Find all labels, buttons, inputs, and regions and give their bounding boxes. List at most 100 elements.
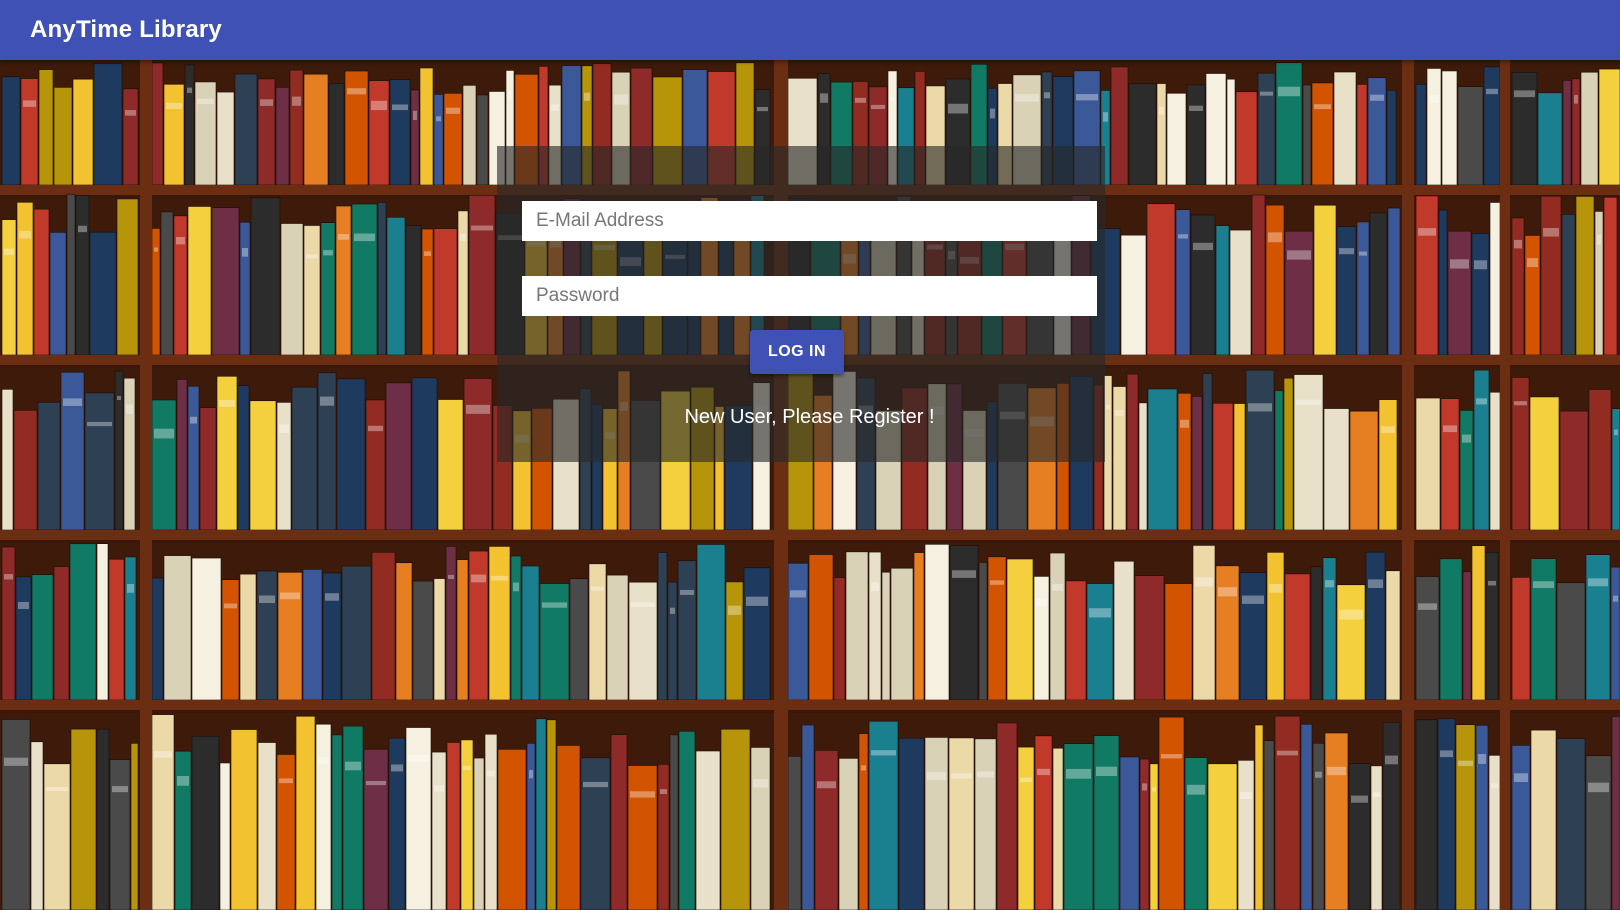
book-spine (1489, 391, 1501, 531)
spine-label (176, 237, 185, 245)
register-link[interactable]: New User, Please Register ! (497, 406, 1122, 429)
book-spine (419, 67, 434, 186)
book-spine (295, 715, 316, 910)
book-spine (30, 741, 44, 910)
shelf-divider (1402, 60, 1414, 910)
book-spine (1415, 397, 1441, 531)
spine-label (1478, 754, 1486, 764)
book-spine (1562, 80, 1572, 186)
book-spine (1610, 566, 1620, 701)
spine-label (680, 589, 694, 595)
book-spine (1202, 373, 1213, 531)
spine-label (371, 100, 387, 111)
login-button[interactable]: LOG IN (750, 330, 844, 374)
book-spine (1239, 572, 1267, 701)
book-spine (1164, 583, 1193, 701)
book-spine (1356, 84, 1368, 186)
book-spine (1447, 230, 1472, 356)
book-spine (1387, 207, 1401, 356)
spine-label (4, 757, 28, 766)
book-spine (16, 201, 34, 356)
spine-label (855, 97, 866, 103)
spine-label (746, 596, 768, 606)
book-spine (996, 722, 1018, 910)
book-spine (1556, 738, 1586, 910)
spine-label (354, 233, 375, 242)
book-spine (191, 557, 222, 701)
book-spine (473, 757, 485, 910)
book-spine (1138, 402, 1148, 531)
book-spine (1561, 214, 1576, 356)
book-spine (725, 581, 744, 701)
spine-label (952, 570, 976, 578)
spine-label (1020, 777, 1032, 783)
book-spine (669, 734, 679, 910)
spine-label (323, 250, 333, 256)
spine-label (197, 98, 214, 105)
book-spine (291, 386, 318, 531)
book-spine (199, 407, 217, 531)
book-spine (389, 79, 411, 186)
spine-label (413, 110, 417, 121)
book-spine (176, 379, 188, 531)
book-spine (1126, 373, 1139, 531)
book-spine (1266, 552, 1285, 701)
book-spine (187, 385, 200, 531)
book-spine (1323, 408, 1350, 531)
book-spine (924, 544, 950, 701)
book-spine (949, 545, 979, 701)
book-spine (174, 750, 192, 910)
spine-label (1543, 227, 1559, 237)
spine-label (487, 770, 495, 777)
spine-label (471, 574, 486, 583)
book-spine (1511, 377, 1530, 531)
book-spine (1415, 719, 1438, 910)
spine-label (279, 424, 289, 434)
book-spine (801, 724, 815, 910)
spine-label (23, 100, 36, 107)
book-spine (13, 409, 38, 531)
book-spine (1177, 392, 1192, 531)
spine-label (1052, 583, 1063, 591)
book-spine (1284, 573, 1311, 701)
book-spine (1475, 725, 1489, 910)
book-spine (974, 738, 997, 910)
book-spine (191, 735, 220, 910)
book-spine (1192, 545, 1216, 701)
book-spine (462, 85, 477, 186)
book-spine (677, 560, 697, 701)
book-spine (322, 572, 342, 701)
book-spine (1537, 92, 1563, 186)
book-spine (1086, 583, 1114, 701)
book-spine (787, 755, 802, 910)
spine-label (820, 93, 828, 103)
spine-label (1339, 248, 1354, 255)
book-spine (1386, 90, 1397, 186)
password-field[interactable] (522, 276, 1097, 316)
spine-label (1278, 86, 1300, 97)
email-field[interactable] (522, 201, 1097, 241)
book-spine (365, 399, 386, 531)
spine-label (1152, 787, 1156, 792)
spine-label (1588, 578, 1608, 587)
spine-label (424, 251, 431, 256)
book-spine (678, 730, 696, 910)
spine-label (1240, 791, 1252, 800)
spine-label (817, 781, 836, 789)
spine-label (1370, 94, 1384, 101)
book-spine (433, 578, 446, 701)
book-spine (1441, 70, 1458, 186)
spine-label (1418, 603, 1437, 610)
book-spine (1438, 209, 1448, 356)
book-spine (463, 378, 493, 531)
book-spine (1311, 82, 1334, 186)
spine-label (990, 108, 995, 119)
spine-label (871, 104, 885, 110)
book-spine (303, 73, 329, 186)
spine-label (391, 764, 403, 772)
spine-label (112, 786, 128, 793)
shelf-divider (1500, 60, 1510, 910)
book-spine (89, 231, 117, 356)
book-spine (1585, 755, 1612, 910)
book-spine (257, 78, 276, 186)
